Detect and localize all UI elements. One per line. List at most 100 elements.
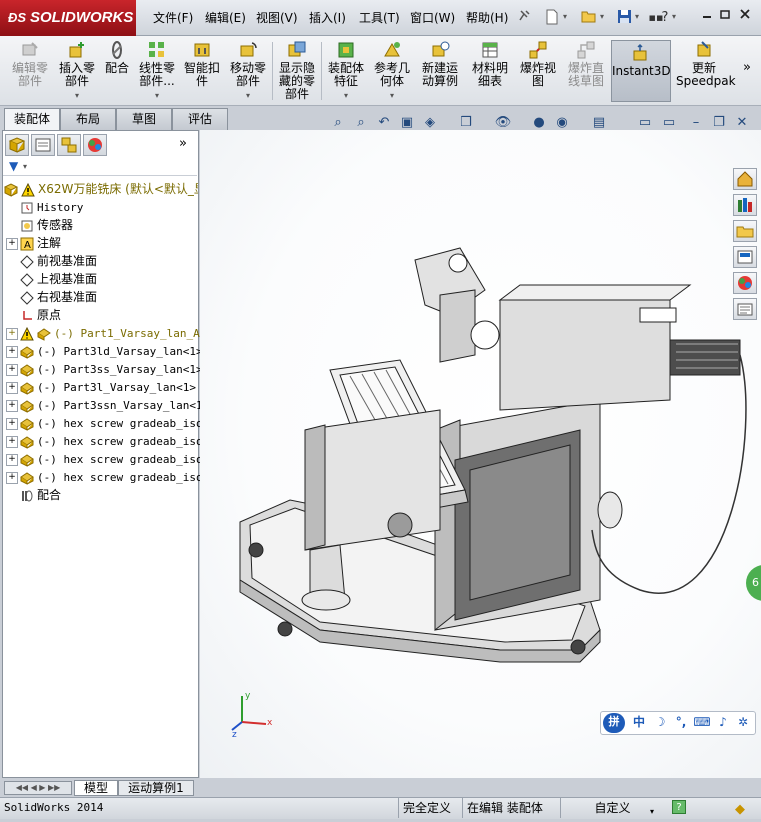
hide-show-items-icon[interactable]: 👁	[494, 114, 512, 132]
gfx-minimize-icon[interactable]: –	[687, 114, 705, 132]
menu-insert[interactable]: 插入(I)	[309, 9, 346, 26]
ime-halfwidth-icon[interactable]: ☽	[651, 713, 669, 731]
configuration-manager-tab-icon[interactable]	[57, 134, 81, 156]
tree-filter[interactable]: ▼ ▾	[3, 158, 197, 176]
expand-icon[interactable]: +	[6, 435, 18, 448]
ime-punctuation-icon[interactable]: °,	[672, 713, 690, 731]
ime-keyboard-icon[interactable]: ⌨	[693, 713, 711, 731]
menu-help[interactable]: 帮助(H)	[466, 9, 508, 26]
tree-item[interactable]: 配合	[6, 486, 200, 504]
status-tag-icon[interactable]: ◆	[735, 800, 745, 820]
units-dropdown-icon[interactable]: ▾	[650, 802, 654, 822]
tree-item[interactable]: + (-) hex screw gradeab_isog	[6, 450, 200, 468]
section-view-icon[interactable]: ▣	[398, 114, 416, 132]
expand-icon[interactable]: +	[6, 471, 18, 484]
bill-of-materials-button[interactable]: 材料明 细表	[468, 38, 512, 104]
apply-scene-icon[interactable]: ◉	[553, 114, 571, 132]
ime-language-toggle[interactable]: 中	[630, 713, 648, 731]
tab-sketch[interactable]: 草图	[116, 108, 172, 130]
dropdown-arrow-icon[interactable]: ▾	[75, 91, 79, 100]
expand-icon[interactable]: +	[6, 327, 18, 340]
tree-item[interactable]: 传感器	[6, 216, 200, 234]
ime-logo-icon[interactable]: 拼	[603, 713, 625, 733]
tree-item[interactable]: + (-) hex screw gradeab_isog	[6, 468, 200, 486]
menu-file[interactable]: 文件(F)	[153, 9, 193, 26]
tree-item[interactable]: History	[6, 198, 200, 216]
mate-button[interactable]: 配合	[102, 38, 132, 104]
split-view-icon[interactable]: ▭	[636, 114, 654, 132]
expand-icon[interactable]: +	[6, 345, 18, 358]
ime-microphone-icon[interactable]: ♪	[714, 713, 732, 731]
open-dropdown-icon[interactable]: ▾	[600, 12, 604, 21]
tab-motion-study-1[interactable]: 运动算例1	[118, 780, 194, 796]
tree-item[interactable]: 右视基准面	[6, 288, 200, 306]
explode-line-sketch-button[interactable]: 爆炸直 线草图	[564, 38, 608, 104]
tab-model[interactable]: 模型	[74, 780, 118, 796]
reference-geometry-button[interactable]: 参考几 何体 ▾	[370, 38, 414, 104]
dropdown-arrow-icon[interactable]: ▾	[155, 91, 159, 100]
milling-machine-model[interactable]	[200, 130, 761, 778]
edit-appearance-icon[interactable]: ●	[530, 114, 548, 132]
assembly-features-button[interactable]: 装配体 特征 ▾	[324, 38, 368, 104]
new-motion-study-button[interactable]: 新建运 动算例	[418, 38, 462, 104]
insert-component-button[interactable]: 插入零 部件 ▾	[56, 38, 98, 104]
tile-view-icon[interactable]: ▭	[660, 114, 678, 132]
new-dropdown-icon[interactable]: ▾	[563, 12, 567, 21]
dropdown-arrow-icon[interactable]: ▾	[344, 91, 348, 100]
show-hidden-components-button[interactable]: 显示隐 藏的零 部件	[276, 38, 318, 104]
linear-pattern-button[interactable]: 线性零 部件... ▾	[136, 38, 178, 104]
instant3d-button[interactable]: Instant3D	[611, 40, 671, 102]
menu-window[interactable]: 窗口(W)	[410, 9, 455, 26]
edit-component-button[interactable]: 编辑零 部件	[8, 38, 52, 104]
tree-root-assembly[interactable]: X62W万能铣床 (默认<默认_显	[4, 180, 198, 198]
move-component-button[interactable]: 移动零 部件 ▾	[228, 38, 268, 104]
save-icon[interactable]	[614, 8, 634, 28]
minimize-button[interactable]	[698, 8, 716, 24]
expand-icon[interactable]: +	[6, 453, 18, 466]
update-speedpak-button[interactable]: 更新 Speedpak	[676, 38, 736, 104]
property-manager-tab-icon[interactable]	[31, 134, 55, 156]
tab-evaluate[interactable]: 评估	[172, 108, 228, 130]
restore-button[interactable]	[716, 8, 734, 24]
expand-icon[interactable]: +	[6, 399, 18, 412]
tab-scroll-arrows[interactable]: ◀◀ ◀ ▶ ▶▶	[4, 781, 72, 795]
tree-item[interactable]: + (-) hex screw gradeab_isog	[6, 414, 200, 432]
file-explorer-icon[interactable]	[733, 220, 757, 242]
new-document-icon[interactable]	[542, 8, 562, 28]
ime-settings-icon[interactable]: ✲	[734, 713, 752, 731]
tab-layout[interactable]: 布局	[60, 108, 116, 130]
panel-more-icon[interactable]: »	[179, 136, 187, 151]
tree-item[interactable]: + (-) hex screw gradeab_isog	[6, 432, 200, 450]
view-orientation-icon[interactable]: ◈	[421, 114, 439, 132]
tree-item[interactable]: + A 注解	[6, 234, 200, 252]
expand-icon[interactable]: +	[6, 363, 18, 376]
exploded-view-button[interactable]: 爆炸视 图	[516, 38, 560, 104]
menu-edit[interactable]: 编辑(E)	[205, 9, 246, 26]
zoom-to-area-icon[interactable]: ⌕	[352, 114, 370, 132]
status-help-icon[interactable]: ?	[672, 800, 686, 814]
filter-icon[interactable]: ▼	[9, 159, 18, 173]
custom-properties-icon[interactable]	[733, 298, 757, 320]
dropdown-arrow-icon[interactable]: ▾	[246, 91, 250, 100]
tree-item[interactable]: + (-) Part3ssn_Varsay_lan<1>	[6, 396, 200, 414]
view-palette-icon[interactable]	[733, 246, 757, 268]
view-settings-icon[interactable]: ▤	[590, 114, 608, 132]
status-units[interactable]: 自定义	[560, 798, 660, 818]
display-manager-tab-icon[interactable]	[83, 134, 107, 156]
help-dropdown-icon[interactable]: ▾	[672, 12, 676, 21]
dropdown-arrow-icon[interactable]: ▾	[390, 91, 394, 100]
display-style-icon[interactable]: ❒	[457, 114, 475, 132]
appearances-icon[interactable]	[733, 272, 757, 294]
solidworks-logo[interactable]: ƉS SOLIDWORKS	[0, 0, 136, 36]
tree-item[interactable]: + (-) Part1_Varsay_lan_As	[6, 324, 200, 342]
filter-dropdown-icon[interactable]: ▾	[23, 162, 27, 171]
tree-item[interactable]: + (-) Part3ss_Varsay_lan<1>	[6, 360, 200, 378]
expand-icon[interactable]: +	[6, 237, 18, 250]
menu-tools[interactable]: 工具(T)	[359, 9, 400, 26]
design-library-icon[interactable]	[733, 194, 757, 216]
open-icon[interactable]	[579, 8, 599, 28]
tree-item[interactable]: 前视基准面	[6, 252, 200, 270]
menu-view[interactable]: 视图(V)	[256, 9, 298, 26]
previous-view-icon[interactable]: ↶	[375, 114, 393, 132]
close-button[interactable]	[736, 8, 754, 24]
